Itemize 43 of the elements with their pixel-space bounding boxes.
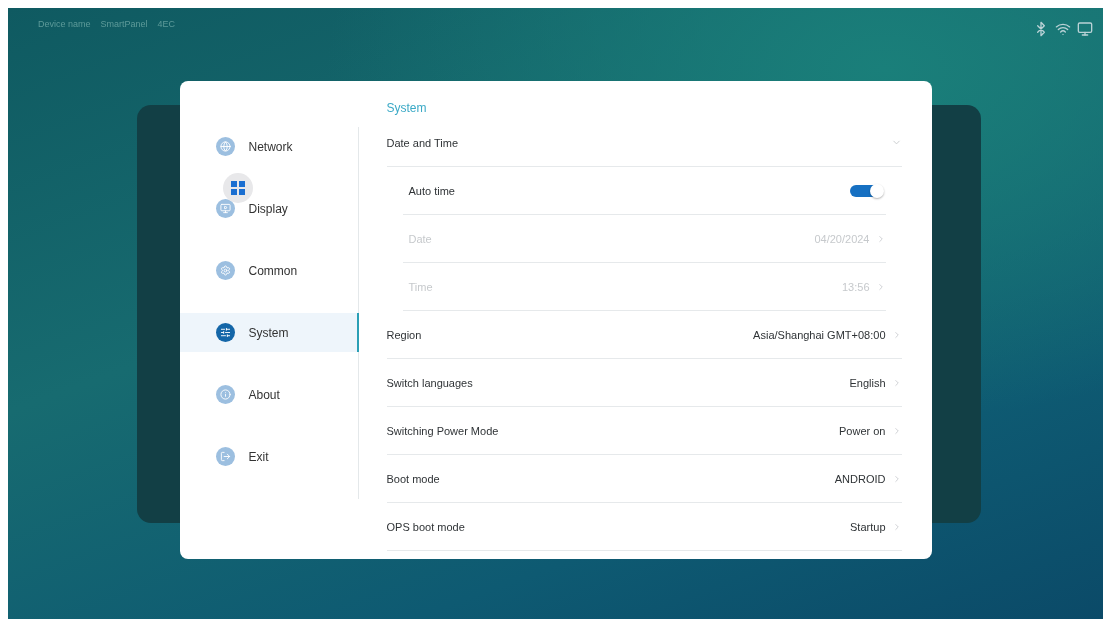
row-label: Switch languages [386, 376, 473, 389]
sidebar-item[interactable]: Network [179, 127, 359, 166]
globe-icon [215, 137, 235, 156]
info-icon [215, 385, 235, 404]
row-label: Switching Power Mode [386, 424, 499, 437]
status-text: 4EC [157, 19, 176, 29]
row-label: Region [386, 328, 422, 341]
row-value: ANDROID [834, 472, 886, 485]
settings-row[interactable]: Auto time [402, 167, 886, 215]
settings-icon [215, 261, 235, 280]
settings-row[interactable]: Switch languages English [386, 359, 902, 407]
sidebar-item[interactable]: System [179, 313, 359, 352]
row-label: Auto time [408, 184, 455, 197]
row-value: Asia/Shanghai GMT+08:00 [753, 328, 886, 341]
monitor-icon[interactable] [1077, 21, 1093, 37]
row-value: Power on [839, 424, 886, 437]
status-text: Device name [38, 19, 91, 29]
monitor-icon [215, 199, 235, 218]
settings-row[interactable]: OPS boot mode Startup [386, 503, 902, 551]
sidebar-item[interactable]: Common [179, 251, 359, 290]
settings-row[interactable]: Date and Time [386, 119, 902, 167]
sliders-icon [215, 323, 235, 342]
sidebar-item[interactable]: Exit [179, 437, 359, 476]
sidebar-item[interactable]: About [179, 375, 359, 414]
section-title: System [386, 101, 428, 115]
settings-row[interactable]: Boot mode ANDROID [386, 455, 902, 503]
settings-row[interactable]: Region Asia/Shanghai GMT+08:00 [386, 311, 902, 359]
settings-row[interactable]: Switching Power Mode Power on [386, 407, 902, 455]
sidebar-item[interactable]: Display [179, 189, 359, 228]
row-value: 13:56 [841, 280, 870, 293]
row-value: 04/20/2024 [814, 232, 870, 245]
row-value: English [849, 376, 886, 389]
row-label: OPS boot mode [386, 520, 465, 533]
floating-app-icon[interactable] [222, 173, 253, 203]
wifi-icon[interactable] [1055, 21, 1071, 37]
row-label: Date and Time [386, 136, 459, 149]
status-text: SmartPanel [100, 19, 148, 29]
logout-icon [215, 447, 235, 466]
row-label: Date [408, 232, 432, 245]
row-label: Boot mode [386, 472, 440, 485]
toggle-switch[interactable] [849, 184, 882, 197]
row-label: Time [408, 280, 433, 293]
row-value: Startup [850, 520, 886, 533]
